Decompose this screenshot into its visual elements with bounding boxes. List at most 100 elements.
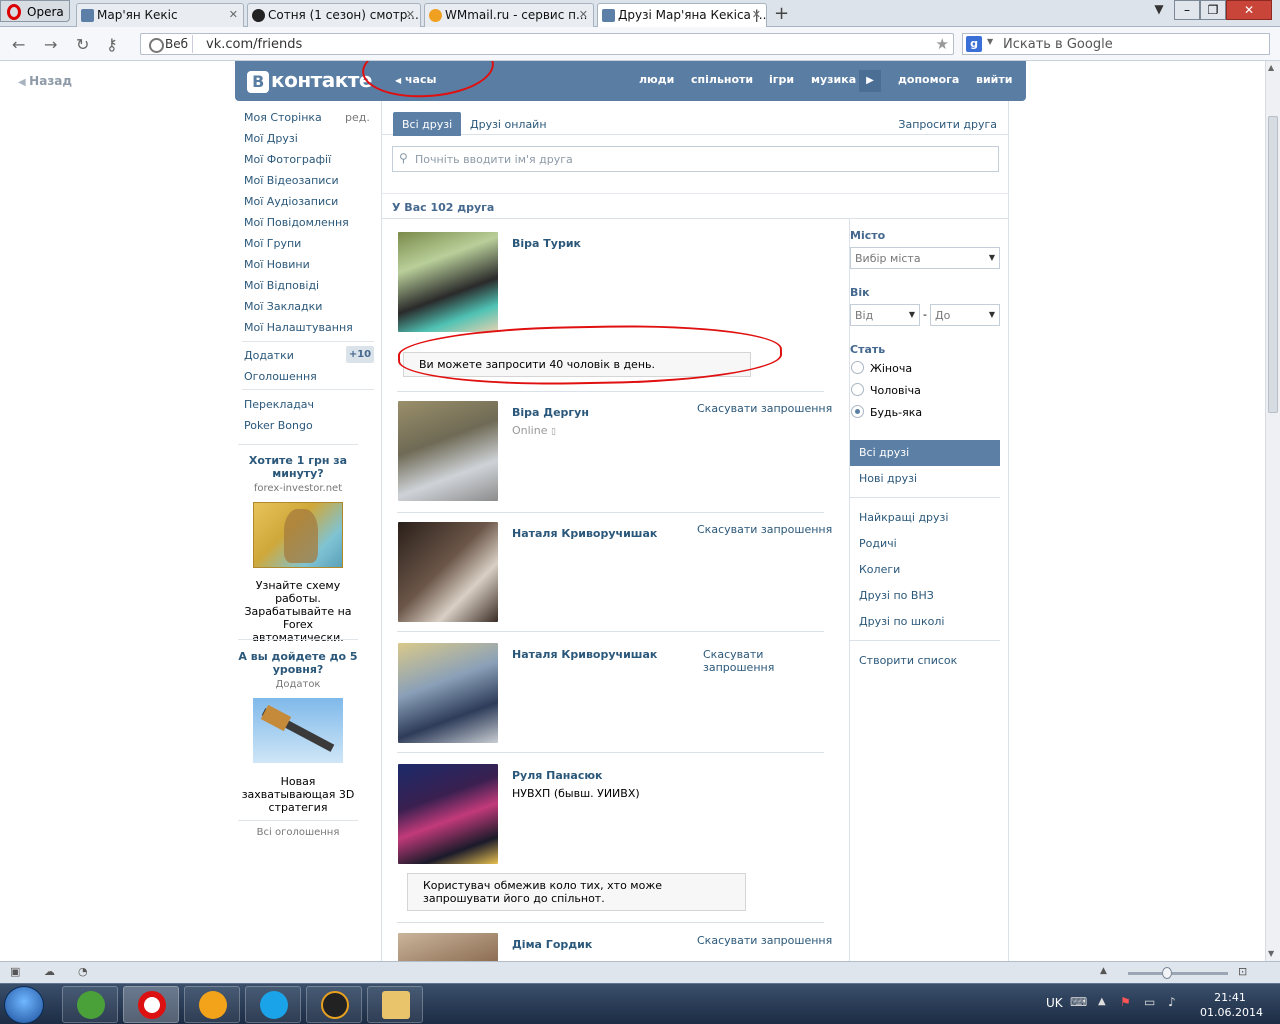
gender-radio-female[interactable] (851, 361, 864, 374)
friend-avatar[interactable] (398, 232, 498, 332)
filter-school-friends[interactable]: Друзі по школі (850, 609, 1000, 635)
friend-name[interactable]: Руля Панасюк (512, 769, 603, 782)
menu-my-settings[interactable]: Мої Налаштування (244, 321, 353, 334)
cloud-icon[interactable]: ☁ (44, 965, 55, 978)
cancel-invite-link[interactable]: Скасувати запрошення (697, 934, 832, 947)
flag-icon[interactable]: ⚑ (1120, 995, 1131, 1009)
network-icon[interactable]: ▭ (1144, 995, 1155, 1009)
nav-help[interactable]: допомога (898, 73, 959, 86)
menu-my-messages[interactable]: Мої Повідомлення (244, 216, 349, 229)
friend-avatar[interactable] (398, 764, 498, 864)
filter-new-friends[interactable]: Нові друзі (850, 466, 1000, 492)
language-indicator[interactable]: UK (1046, 996, 1063, 1010)
menu-my-videos[interactable]: Мої Відеозаписи (244, 174, 339, 187)
cancel-invite-link[interactable]: Скасувати запрошення (703, 648, 783, 674)
close-tab-icon[interactable]: ✕ (752, 8, 761, 21)
gender-male-label[interactable]: Чоловіча (870, 384, 921, 397)
new-tab-button[interactable]: + (774, 3, 789, 24)
filter-best-friends[interactable]: Найкращі друзі (850, 505, 1000, 531)
browser-tab-2[interactable]: Сотня (1 сезон) смотр... ✕ (247, 3, 421, 27)
music-play-icon[interactable]: ▶ (859, 70, 881, 92)
menu-my-photos[interactable]: Мої Фотографії (244, 153, 331, 166)
scroll-down-icon[interactable]: ▼ (1268, 949, 1274, 958)
clock[interactable]: 21:41 01.06.2014 (1200, 990, 1263, 1020)
friend-name[interactable]: Діма Гордик (512, 938, 592, 951)
ad-1-text[interactable]: Узнайте схему работы. Зарабатывайте на F… (238, 579, 358, 644)
close-window-button[interactable]: ✕ (1226, 0, 1272, 20)
gender-radio-any[interactable] (851, 405, 864, 418)
gender-radio-male[interactable] (851, 383, 864, 396)
view-icon[interactable]: ▲ (1100, 966, 1107, 976)
friend-name[interactable]: Наталя Криворучишак (512, 527, 657, 540)
tab-list-icon[interactable]: ▼ (1147, 0, 1171, 20)
close-tab-icon[interactable]: ✕ (579, 8, 588, 21)
start-button-icon[interactable] (4, 986, 44, 1024)
gender-any-label[interactable]: Будь-яка (870, 406, 922, 419)
close-tab-icon[interactable]: ✕ (406, 8, 415, 21)
keyboard-icon[interactable]: ⌨ (1070, 995, 1087, 1009)
google-icon[interactable]: g (966, 36, 982, 52)
create-list-link[interactable]: Створити список (850, 648, 1000, 674)
tray-expand-icon[interactable]: ▲ (1098, 996, 1106, 1007)
ad-2-image[interactable] (253, 698, 343, 763)
browser-tab-3[interactable]: WMmail.ru - сервис п... ✕ (424, 3, 594, 27)
friend-name[interactable]: Віра Дергун (512, 406, 589, 419)
filter-all-friends[interactable]: Всі друзі (850, 440, 1000, 466)
menu-poker-bongo[interactable]: Poker Bongo (244, 419, 313, 432)
browser-tab-1[interactable]: Мар'ян Кекіс ✕ (76, 3, 244, 27)
vk-logo[interactable]: Вконтакте (247, 68, 372, 93)
explorer-taskbar-icon[interactable] (367, 986, 423, 1023)
chevron-down-icon[interactable]: ▼ (987, 37, 993, 46)
menu-my-bookmarks[interactable]: Мої Закладки (244, 300, 322, 313)
city-select[interactable]: Вибір міста (850, 247, 1000, 269)
game-taskbar-icon[interactable] (306, 986, 362, 1023)
menu-ads[interactable]: Оголошення (244, 370, 317, 383)
zoom-slider[interactable] (1128, 972, 1228, 975)
skype-taskbar-icon[interactable] (245, 986, 301, 1023)
turbo-icon[interactable]: ◔ (78, 965, 88, 978)
key-icon[interactable]: ⚷ (106, 35, 118, 54)
menu-my-replies[interactable]: Мої Відповіді (244, 279, 319, 292)
search-field[interactable]: g ▼ Искать в Google (962, 33, 1270, 55)
address-field[interactable]: Веб vk.com/friends ★ (140, 33, 954, 55)
cancel-invite-link[interactable]: Скасувати запрошення (697, 402, 832, 415)
friend-search-input[interactable]: ⚲ Почніть вводити ім'я друга (392, 146, 999, 172)
nav-logout[interactable]: вийти (976, 73, 1012, 86)
friend-name[interactable]: Наталя Криворучишак (512, 648, 657, 661)
web-badge[interactable]: Веб (143, 35, 194, 53)
tab-all-friends[interactable]: Всі друзі (393, 112, 462, 136)
ad-2-text[interactable]: Новая захватывающая 3D стратегия (238, 775, 358, 814)
ad-2-title[interactable]: А вы дойдете до 5 уровня? (238, 650, 358, 676)
gender-female-label[interactable]: Жіноча (870, 362, 912, 375)
filter-relatives[interactable]: Родичі (850, 531, 1000, 557)
menu-my-groups[interactable]: Мої Групи (244, 237, 301, 250)
filter-colleagues[interactable]: Колеги (850, 557, 1000, 583)
bookmark-star-icon[interactable]: ★ (936, 35, 949, 53)
back-link[interactable]: Назад (18, 74, 72, 88)
opera-taskbar-icon[interactable] (123, 986, 179, 1023)
friend-avatar[interactable] (398, 522, 498, 622)
restore-button[interactable]: ❐ (1200, 0, 1226, 20)
menu-my-page[interactable]: Моя Сторінка (244, 111, 322, 124)
ad-1-image[interactable] (253, 502, 343, 568)
back-arrow-icon[interactable]: ← (12, 35, 25, 54)
tab-friends-online[interactable]: Друзі онлайн (470, 118, 547, 131)
forward-arrow-icon[interactable]: → (44, 35, 57, 54)
ad-1-title[interactable]: Хотите 1 грн за минуту? (238, 454, 358, 480)
zoom-slider-handle[interactable] (1162, 967, 1172, 979)
nav-music[interactable]: музика (811, 73, 856, 86)
menu-translator[interactable]: Перекладач (244, 398, 314, 411)
scroll-up-icon[interactable]: ▲ (1268, 63, 1274, 72)
age-from-select[interactable]: Від (850, 304, 920, 326)
reload-icon[interactable]: ↻ (76, 35, 89, 54)
volume-icon[interactable]: ♪ (1168, 995, 1176, 1009)
edit-link[interactable]: ред. (345, 111, 370, 124)
close-tab-icon[interactable]: ✕ (229, 8, 238, 21)
filter-university-friends[interactable]: Друзі по ВНЗ (850, 583, 1000, 609)
nav-communities[interactable]: спільноти (691, 73, 753, 86)
minimize-button[interactable]: – (1174, 0, 1200, 20)
page-scrollbar[interactable]: ▲ ▼ (1265, 61, 1280, 961)
browser-tab-4-active[interactable]: Друзі Мар'яна Кекіса |... ✕ (597, 3, 767, 27)
menu-my-news[interactable]: Мої Новини (244, 258, 310, 271)
friend-avatar[interactable] (398, 401, 498, 501)
